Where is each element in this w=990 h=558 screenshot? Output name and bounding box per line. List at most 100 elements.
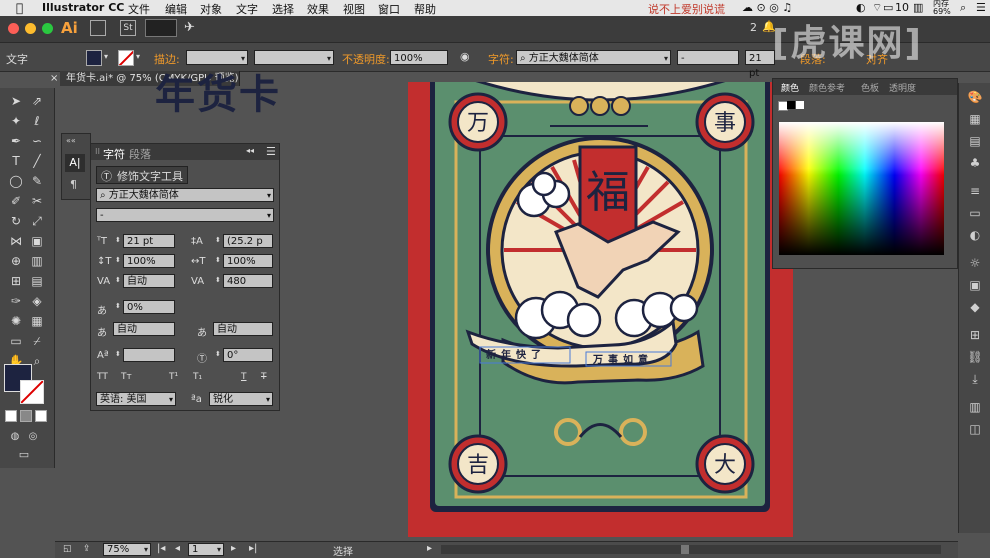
page-field[interactable]: 1 ▾ [188, 543, 224, 556]
chevron-down-icon[interactable]: ▾ [136, 52, 140, 61]
mesh-tool-icon[interactable]: ⊞ [7, 272, 25, 290]
zoom-window-button[interactable] [42, 23, 53, 34]
arrange-documents-icon[interactable] [145, 19, 177, 37]
none-mode-icon[interactable] [35, 410, 47, 422]
panel-menu-icon[interactable]: ☰ [266, 145, 276, 158]
width-tool-icon[interactable]: ⋈ [7, 232, 25, 250]
font-family-dropdown[interactable]: ⌕ 方正大魏体简体 ▾ [96, 188, 274, 202]
artboard-nav-icon[interactable]: ◱ [63, 544, 72, 554]
stepper-icon[interactable]: ⬍ [215, 350, 221, 358]
screen-mode-icon[interactable]: ▭ [15, 446, 33, 464]
collapse-arrows-icon[interactable]: «« [66, 136, 76, 145]
scale-tool-icon[interactable]: ⤢ [28, 212, 46, 230]
menu-view[interactable]: 视图 [343, 1, 365, 17]
ellipse-tool-icon[interactable]: ◯ [7, 172, 25, 190]
stroke-icon[interactable]: ≡ [965, 183, 985, 199]
baseline-shift-field[interactable] [123, 348, 175, 362]
graphic-styles-icon[interactable]: ▣ [965, 277, 985, 293]
apple-icon[interactable]:  [16, 1, 23, 15]
rotate-tool-icon[interactable]: ↻ [7, 212, 25, 230]
char-label[interactable]: 字符: [488, 51, 514, 67]
scroll-thumb[interactable] [681, 545, 689, 554]
stepper-icon[interactable]: ⬍ [215, 276, 221, 284]
graph-tool-icon[interactable]: ▦ [28, 312, 46, 330]
aki-right-field[interactable]: 自动 [213, 322, 273, 336]
gradient-tool-icon[interactable]: ▤ [28, 272, 46, 290]
draw-mode-icon[interactable]: ◍ [6, 428, 24, 446]
transparency-icon[interactable]: ◐ [965, 227, 985, 243]
touch-type-button[interactable]: Ⓣ 修饰文字工具 [96, 166, 188, 184]
menu-type[interactable]: 文字 [236, 1, 258, 17]
recolor-icon[interactable]: ◉ [460, 50, 470, 63]
type-tool-icon[interactable]: T [7, 152, 25, 170]
share-icon[interactable]: ⇪ [83, 544, 91, 554]
status-arrow-icon[interactable]: ▸ [427, 543, 432, 554]
tab-character[interactable]: 字符 [103, 146, 125, 162]
zoom-field[interactable]: 75% ▾ [103, 543, 151, 556]
small-caps-button[interactable]: Tт [121, 372, 132, 382]
line-tool-icon[interactable]: ╱ [28, 152, 46, 170]
tab-transparency[interactable]: 透明度 [889, 81, 916, 94]
collapse-arrows-icon[interactable]: ◂◂ [246, 146, 254, 155]
menu-edit[interactable]: 编辑 [165, 1, 187, 17]
stepper-icon[interactable]: ⬍ [215, 236, 221, 244]
black-swatch[interactable] [787, 101, 795, 109]
font-family-field[interactable]: ⌕ 方正大魏体简体 ▾ [516, 50, 671, 65]
curvature-tool-icon[interactable]: ∽ [28, 132, 46, 150]
opacity-label[interactable]: 不透明度: [342, 51, 390, 67]
language-dropdown[interactable]: 英语: 美国 ▾ [96, 392, 176, 406]
direct-selection-tool-icon[interactable]: ⇗ [28, 92, 46, 110]
all-caps-button[interactable]: TT [97, 372, 108, 382]
opacity-field[interactable]: 100% [390, 50, 448, 65]
vertical-scale-field[interactable]: 100% [123, 254, 175, 268]
tab-color-guide[interactable]: 颜色参考 [809, 81, 845, 94]
artboard-tool-icon[interactable]: ▭ [7, 332, 25, 350]
free-transform-icon[interactable]: ▣ [28, 232, 46, 250]
stroke-color-swatch[interactable] [20, 380, 44, 404]
stepper-icon[interactable]: ⬍ [115, 276, 121, 284]
close-window-button[interactable] [8, 23, 19, 34]
gradient-mode-icon[interactable] [20, 410, 32, 422]
minimize-window-button[interactable] [25, 23, 36, 34]
menu-help[interactable]: 帮助 [414, 1, 436, 17]
gradient-icon[interactable]: ▭ [965, 205, 985, 221]
superscript-button[interactable]: T¹ [169, 372, 178, 382]
stepper-icon[interactable]: ⬍ [115, 256, 121, 264]
artboard[interactable]: 万 事 吉 大 福 新年快了 万事如意 [408, 72, 793, 537]
color-mode-icon[interactable] [5, 410, 17, 422]
menu-file[interactable]: 文件 [128, 1, 150, 17]
font-size-field[interactable]: 21 pt [745, 50, 775, 79]
menu-window[interactable]: 窗口 [378, 1, 400, 17]
layers-icon[interactable]: ◆ [965, 299, 985, 315]
close-icon[interactable]: × [50, 71, 58, 86]
tab-swatches[interactable]: 色板 [861, 81, 879, 94]
aki-left-field[interactable]: 自动 [113, 322, 175, 336]
stepper-icon[interactable]: ⬍ [115, 302, 121, 310]
subscript-button[interactable]: T₁ [193, 372, 202, 382]
links-icon[interactable]: ⛓ [965, 349, 985, 365]
scissors-icon[interactable]: ✂ [28, 192, 46, 210]
draw-behind-icon[interactable]: ◎ [24, 428, 42, 446]
tab-color[interactable]: 颜色 [781, 81, 799, 94]
slice-tool-icon[interactable]: ⌿ [28, 332, 46, 350]
app-name[interactable]: Illustrator CC [42, 1, 124, 14]
white-swatch[interactable] [796, 101, 804, 109]
color-spectrum[interactable] [779, 122, 944, 255]
character-panel-icon[interactable]: A| [65, 154, 85, 172]
appearance-icon[interactable]: ☼ [965, 255, 985, 271]
tsume-field[interactable]: 0% [123, 300, 175, 314]
asset-export-icon[interactable]: ⤓ [965, 371, 985, 387]
chevron-down-icon[interactable]: ▾ [104, 52, 108, 61]
artboards-icon[interactable]: ⊞ [965, 327, 985, 343]
magic-wand-icon[interactable]: ✦ [7, 112, 25, 130]
list-icon[interactable]: ☰ [976, 1, 986, 14]
pathfinder-icon[interactable]: ◫ [965, 421, 985, 437]
stock-icon[interactable]: St [120, 20, 136, 36]
antialias-dropdown[interactable]: 锐化 ▾ [209, 392, 273, 406]
next-page-icon[interactable]: ▸ [231, 543, 236, 554]
horizontal-scrollbar[interactable] [441, 545, 941, 554]
shape-builder-icon[interactable]: ⊕ [7, 252, 25, 270]
wechat-icon[interactable]: ◐ [856, 1, 866, 14]
kerning-field[interactable]: 自动 [123, 274, 175, 288]
symbols-icon[interactable]: ♣ [965, 155, 985, 171]
